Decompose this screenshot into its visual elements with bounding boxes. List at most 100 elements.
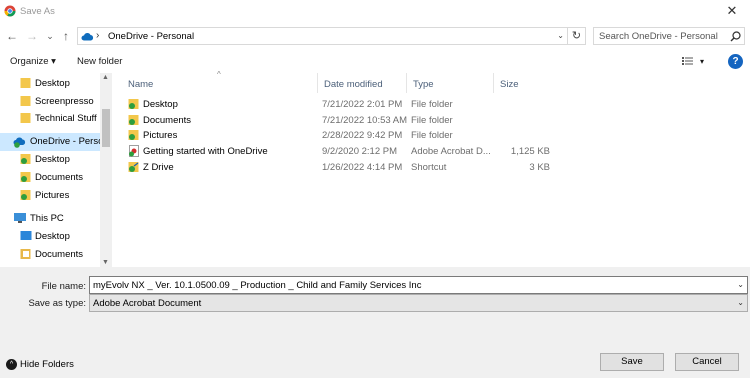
nav-item-label: Pictures — [35, 190, 70, 201]
folder-synced-icon — [20, 190, 31, 200]
folder-icon — [20, 78, 31, 88]
file-type: File folder — [411, 130, 453, 141]
nav-item-screenpresso[interactable]: Screenpresso — [0, 93, 100, 111]
save-type-dropdown-icon[interactable]: ⌄ — [737, 298, 744, 307]
save-type-label: Save as type: — [28, 298, 86, 309]
nav-item-label: Screenpresso — [35, 96, 94, 107]
new-folder-button[interactable]: New folder — [77, 56, 122, 67]
column-header-name[interactable]: Name — [122, 73, 318, 93]
file-date: 1/26/2022 4:14 PM — [322, 162, 403, 173]
search-placeholder: Search OneDrive - Personal — [599, 31, 718, 42]
folder-synced-icon — [128, 130, 139, 140]
file-row[interactable]: Pictures 2/28/2022 9:42 PM File folder — [126, 128, 726, 143]
file-row[interactable]: Getting started with OneDrive 9/2/2020 2… — [126, 144, 726, 159]
address-bar-row: ← → ⌄ ↑ › OneDrive - Personal ⌄ ↻ Search… — [0, 25, 750, 49]
nav-item-label: Documents — [35, 249, 84, 260]
folder-synced-icon — [128, 99, 139, 109]
scroll-down-icon[interactable]: ▼ — [102, 259, 109, 266]
file-name-value[interactable]: myEvolv NX _ Ver. 10.1.0500.09 _ Product… — [93, 280, 421, 291]
title-bar: Save As ✕ — [0, 0, 750, 24]
breadcrumb-path[interactable]: OneDrive - Personal — [108, 31, 194, 42]
desktop-folder-icon — [20, 231, 32, 240]
address-box[interactable]: › OneDrive - Personal ⌄ — [77, 27, 568, 45]
scroll-up-icon[interactable]: ▲ — [102, 74, 109, 81]
file-name: Getting started with OneDrive — [143, 146, 268, 157]
chrome-app-icon — [4, 5, 16, 17]
nav-item-pc-desktop[interactable]: Desktop — [0, 228, 100, 246]
file-date: 7/21/2022 2:01 PM — [322, 99, 403, 110]
command-toolbar: Organize ▾ New folder ▾ ? — [0, 51, 750, 73]
forward-button[interactable]: → — [24, 28, 40, 44]
nav-item-label: This PC — [30, 213, 64, 224]
chevron-up-icon: ^ — [6, 359, 17, 370]
nav-item-label: Desktop — [35, 231, 70, 242]
nav-item-onedrive-documents[interactable]: Documents — [0, 169, 100, 187]
file-name-label: File name: — [41, 281, 86, 292]
onedrive-cloud-icon — [13, 137, 26, 148]
close-button[interactable]: ✕ — [714, 0, 750, 24]
recent-locations-button[interactable]: ⌄ — [42, 28, 58, 44]
folder-icon — [20, 113, 31, 123]
file-list: ^ Name Date modified Type Size Desktop 7… — [112, 70, 750, 267]
search-input[interactable]: Search OneDrive - Personal — [593, 27, 745, 45]
nav-item-desktop[interactable]: Desktop — [0, 75, 100, 93]
file-name: Desktop — [143, 99, 178, 110]
views-dropdown[interactable]: ▾ — [700, 57, 704, 66]
file-type: Shortcut — [411, 162, 447, 173]
documents-folder-icon — [20, 249, 31, 259]
save-button[interactable]: Save — [600, 353, 664, 371]
refresh-button[interactable]: ↻ — [568, 27, 586, 45]
view-options-icon[interactable] — [682, 56, 694, 66]
file-size: 3 KB — [529, 162, 550, 173]
computer-icon — [14, 213, 26, 223]
save-type-select[interactable]: Adobe Acrobat Document ⌄ — [89, 294, 748, 312]
breadcrumb-separator: › — [96, 30, 100, 41]
column-label: Name — [128, 79, 154, 90]
search-icon — [730, 31, 741, 42]
nav-item-label: OneDrive - Persor — [30, 136, 107, 147]
file-type: Adobe Acrobat D... — [411, 146, 491, 157]
help-icon[interactable]: ? — [728, 54, 743, 69]
folder-synced-icon — [20, 172, 31, 182]
cancel-button[interactable]: Cancel — [675, 353, 739, 371]
nav-item-label: Documents — [35, 172, 84, 183]
save-type-value: Adobe Acrobat Document — [93, 298, 202, 309]
address-dropdown-icon[interactable]: ⌄ — [557, 31, 564, 40]
file-name: Documents — [143, 115, 192, 126]
file-date: 2/28/2022 9:42 PM — [322, 130, 403, 141]
file-type: File folder — [411, 99, 453, 110]
nav-item-this-pc[interactable]: This PC — [0, 210, 100, 228]
file-row[interactable]: Desktop 7/21/2022 2:01 PM File folder — [126, 97, 726, 112]
file-date: 9/2/2020 2:12 PM — [322, 146, 397, 157]
scroll-thumb[interactable] — [102, 109, 110, 147]
nav-pane-scrollbar[interactable]: ▲ ▼ — [100, 73, 112, 267]
nav-item-onedrive-pictures[interactable]: Pictures — [0, 187, 100, 205]
nav-item-onedrive-desktop[interactable]: Desktop — [0, 151, 100, 169]
nav-item-label: Desktop — [35, 154, 70, 165]
nav-item-label: Desktop — [35, 78, 70, 89]
organize-button[interactable]: Organize ▾ — [10, 56, 56, 67]
hide-folders-label: Hide Folders — [20, 359, 74, 370]
nav-item-technical-stuff[interactable]: Technical Stuff — [0, 110, 100, 128]
file-size: 1,125 KB — [510, 146, 550, 157]
nav-item-label: Technical Stuff — [35, 113, 97, 124]
column-header-type[interactable]: Type — [407, 73, 494, 93]
column-header-date[interactable]: Date modified — [318, 73, 407, 93]
window-title: Save As — [20, 6, 55, 17]
folder-icon — [20, 96, 31, 106]
folder-synced-icon — [20, 154, 31, 164]
nav-item-pc-documents[interactable]: Documents — [0, 246, 100, 264]
file-type: File folder — [411, 115, 453, 126]
onedrive-cloud-icon — [81, 33, 94, 41]
nav-item-onedrive[interactable]: OneDrive - Persor — [0, 133, 107, 151]
column-label: Date modified — [324, 79, 383, 90]
file-name-dropdown-icon[interactable]: ⌄ — [737, 280, 744, 289]
pdf-file-icon — [129, 145, 139, 157]
file-row[interactable]: Documents 7/21/2022 10:53 AM File folder — [126, 113, 726, 128]
column-header-size[interactable]: Size — [494, 73, 554, 93]
back-button[interactable]: ← — [4, 28, 20, 44]
up-button[interactable]: ↑ — [58, 28, 74, 44]
file-name-field[interactable]: myEvolv NX _ Ver. 10.1.0500.09 _ Product… — [89, 276, 748, 294]
column-label: Type — [413, 79, 434, 90]
file-row[interactable]: Z Drive 1/26/2022 4:14 PM Shortcut 3 KB — [126, 160, 726, 175]
